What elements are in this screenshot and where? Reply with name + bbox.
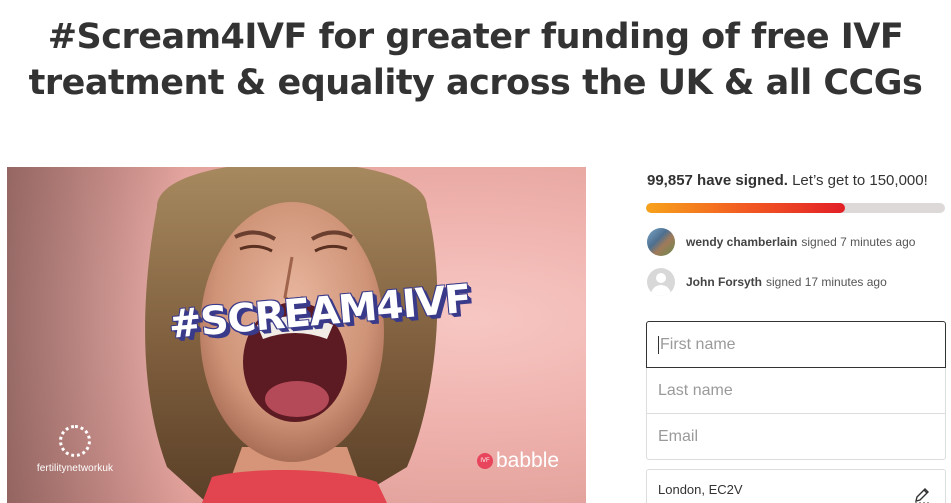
ring-logo-icon (59, 425, 91, 457)
title-line-2: treatment & equality across the UK & all… (28, 63, 923, 103)
title-line-1: #Scream4IVF for greater funding of free … (47, 17, 904, 57)
signer-time: signed 17 minutes ago (766, 275, 887, 289)
location-field[interactable]: London, EC2V (646, 469, 946, 503)
recent-signer: John Forsyth signed 17 minutes ago (647, 268, 887, 296)
text-caret (658, 335, 659, 354)
pencil-edit-icon[interactable] (913, 486, 931, 503)
email-field[interactable]: Email (646, 414, 946, 460)
signature-progress-bar (646, 203, 945, 213)
default-user-icon (647, 268, 675, 296)
petition-hero-image: #SCREAM4IVF fertilitynetworkuk IVF babbl… (7, 167, 586, 503)
ivf-badge-icon: IVF (477, 453, 493, 469)
babble-label: babble (496, 449, 560, 472)
signature-progress-fill (646, 203, 846, 213)
photo-avatar (647, 228, 675, 256)
sign-petition-form: First name Last name Email (646, 321, 946, 460)
ivf-babble-logo: IVF babble (477, 449, 559, 473)
signature-count: 99,857 have signed. Let’s get to 150,000… (647, 172, 928, 189)
last-name-placeholder: Last name (658, 381, 733, 399)
first-name-field[interactable]: First name (646, 321, 946, 368)
fertility-network-label: fertilitynetworkuk (36, 463, 114, 474)
signer-time: signed 7 minutes ago (801, 235, 916, 249)
petition-title: #Scream4IVF for greater funding of free … (0, 14, 951, 106)
email-placeholder: Email (658, 427, 699, 445)
recent-signer: wendy chamberlain signed 7 minutes ago (647, 228, 915, 256)
location-value: London, EC2V (658, 482, 743, 497)
signature-goal: Let’s get to 150,000! (792, 172, 928, 189)
signature-count-number: 99,857 have signed. (647, 172, 788, 189)
last-name-field[interactable]: Last name (646, 368, 946, 414)
signer-name[interactable]: John Forsyth (686, 275, 762, 289)
first-name-placeholder: First name (660, 335, 736, 353)
petition-page: #Scream4IVF for greater funding of free … (0, 0, 951, 503)
fertility-network-logo: fertilitynetworkuk (35, 425, 115, 474)
signer-name[interactable]: wendy chamberlain (686, 235, 797, 249)
